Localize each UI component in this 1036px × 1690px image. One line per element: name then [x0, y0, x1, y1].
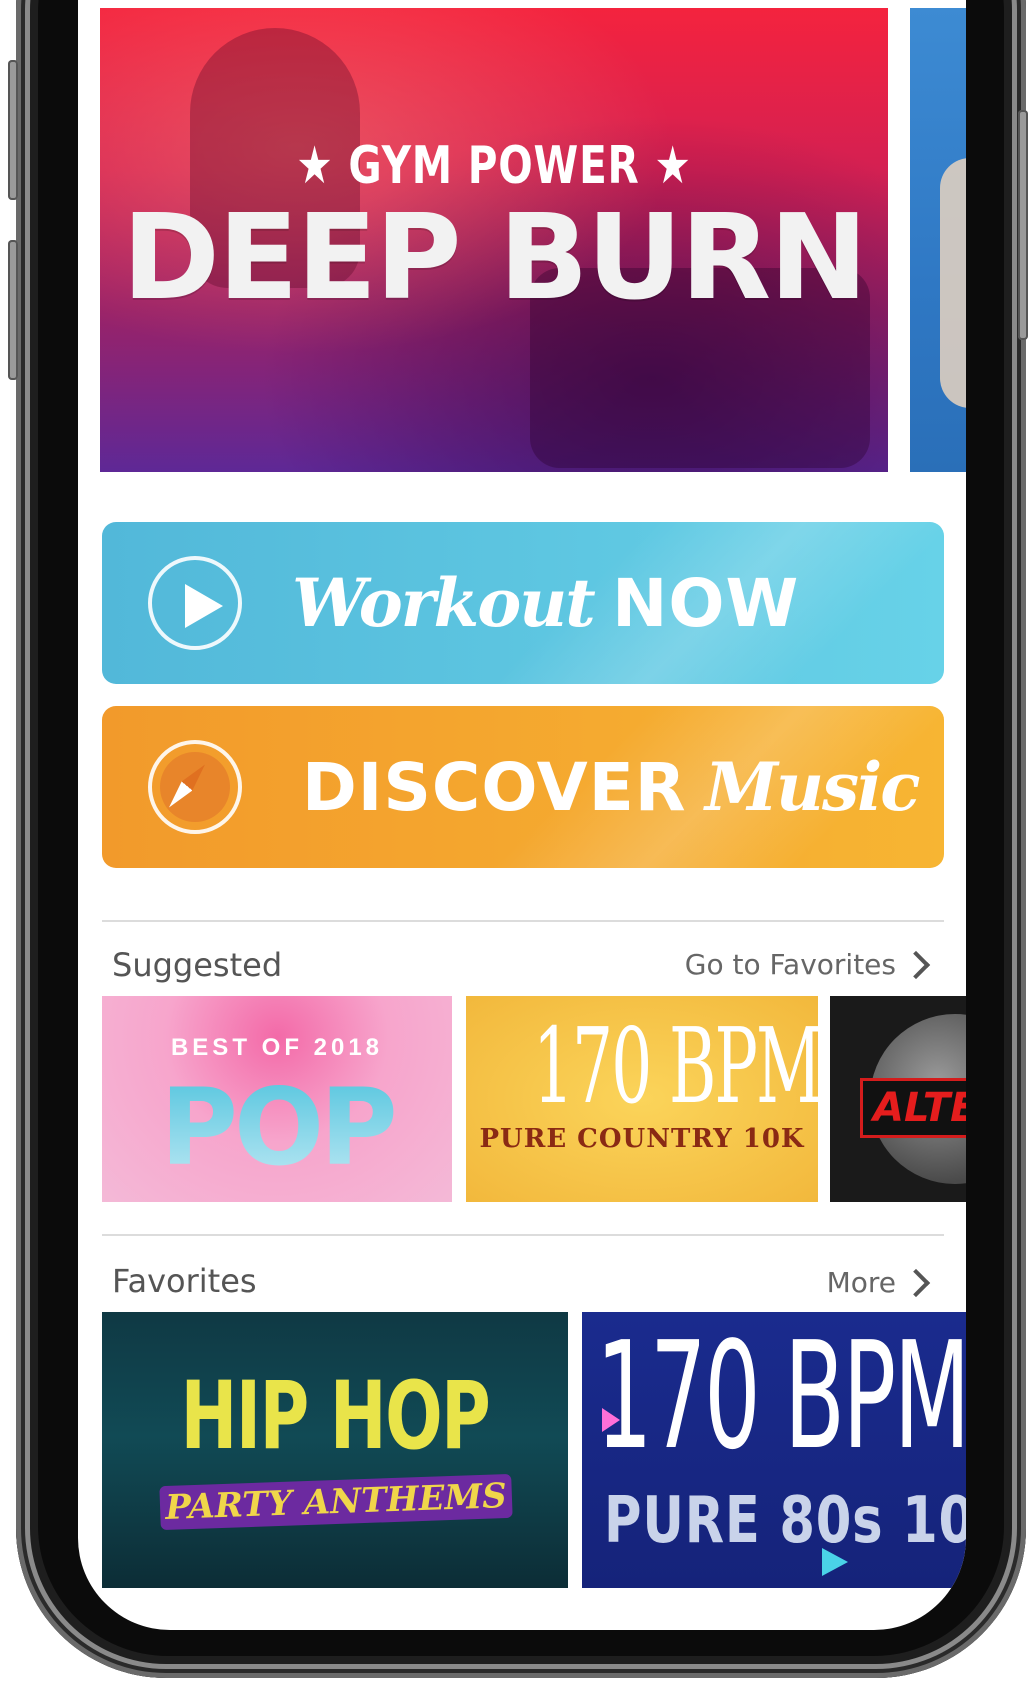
playlist-tile-hip-hop-party-anthems[interactable]: HIP HOP PARTY ANTHEMS [102, 1312, 568, 1588]
workout-now-label-caps: NOW [612, 565, 800, 642]
playlist-tile-alternative[interactable]: ALTE [830, 996, 966, 1202]
chevron-right-icon [901, 950, 931, 979]
side-button-left-upper [8, 60, 18, 200]
playlist-tile-170-bpm-country[interactable]: 170 BPM PURE COUNTRY 10K [466, 996, 818, 1202]
chevron-right-icon [901, 1268, 931, 1297]
favorites-section-title: Favorites [112, 1262, 257, 1300]
playlist-tile-170-bpm-80s[interactable]: 170 BPM PURE 80s 10 [582, 1312, 966, 1588]
more-favorites-link[interactable]: More [826, 1266, 931, 1299]
playlist-tile-best-of-2018-pop[interactable]: BEST OF 2018 POP [102, 996, 452, 1202]
side-button-right [1018, 110, 1028, 340]
go-to-favorites-label: Go to Favorites [684, 948, 896, 981]
play-triangle [185, 584, 223, 628]
divider-suggested [102, 920, 944, 922]
tile-subtitle: PARTY ANTHEMS [159, 1473, 513, 1531]
suggested-section-title: Suggested [112, 946, 283, 984]
tile-title: HIP HOP [180, 1362, 491, 1471]
hero-eyebrow: ★ GYM POWER ★ [296, 136, 692, 196]
discover-music-button[interactable]: DISCOVER Music [102, 706, 944, 868]
workout-now-button[interactable]: Workout NOW [102, 522, 944, 684]
tile-subtitle: BEST OF 2018 [170, 1034, 384, 1061]
discover-music-label: DISCOVER Music [302, 706, 920, 868]
workout-now-label-script: Workout [292, 564, 596, 642]
tile-title: ALTE [860, 1078, 966, 1138]
play-icon [148, 556, 242, 650]
tile-subtitle: PURE 80s 10 [604, 1484, 966, 1558]
side-button-left-lower [8, 240, 18, 380]
compass-icon [148, 740, 242, 834]
discover-music-label-caps: DISCOVER [302, 749, 687, 826]
tile-subtitle: PURE COUNTRY 10K [479, 1124, 805, 1154]
tile-title: POP [102, 1066, 452, 1189]
more-label: More [826, 1266, 896, 1299]
hero-banner-next-peek[interactable] [910, 8, 966, 472]
compass-disc [160, 752, 230, 822]
hero-title: DEEP BURN [121, 188, 868, 326]
hero-peek-image [940, 158, 966, 408]
divider-favorites [102, 1234, 944, 1236]
tile-title: 170 BPM [532, 1005, 818, 1127]
discover-music-label-script: Music [704, 748, 920, 826]
go-to-favorites-link[interactable]: Go to Favorites [684, 948, 931, 981]
workout-now-label: Workout NOW [292, 522, 799, 684]
app-screen: ★ GYM POWER ★ DEEP BURN Workout NOW DISC… [78, 0, 966, 1630]
tile-title: 170 BPM [596, 1312, 966, 1482]
hero-banner-deep-burn[interactable]: ★ GYM POWER ★ DEEP BURN [100, 8, 888, 472]
